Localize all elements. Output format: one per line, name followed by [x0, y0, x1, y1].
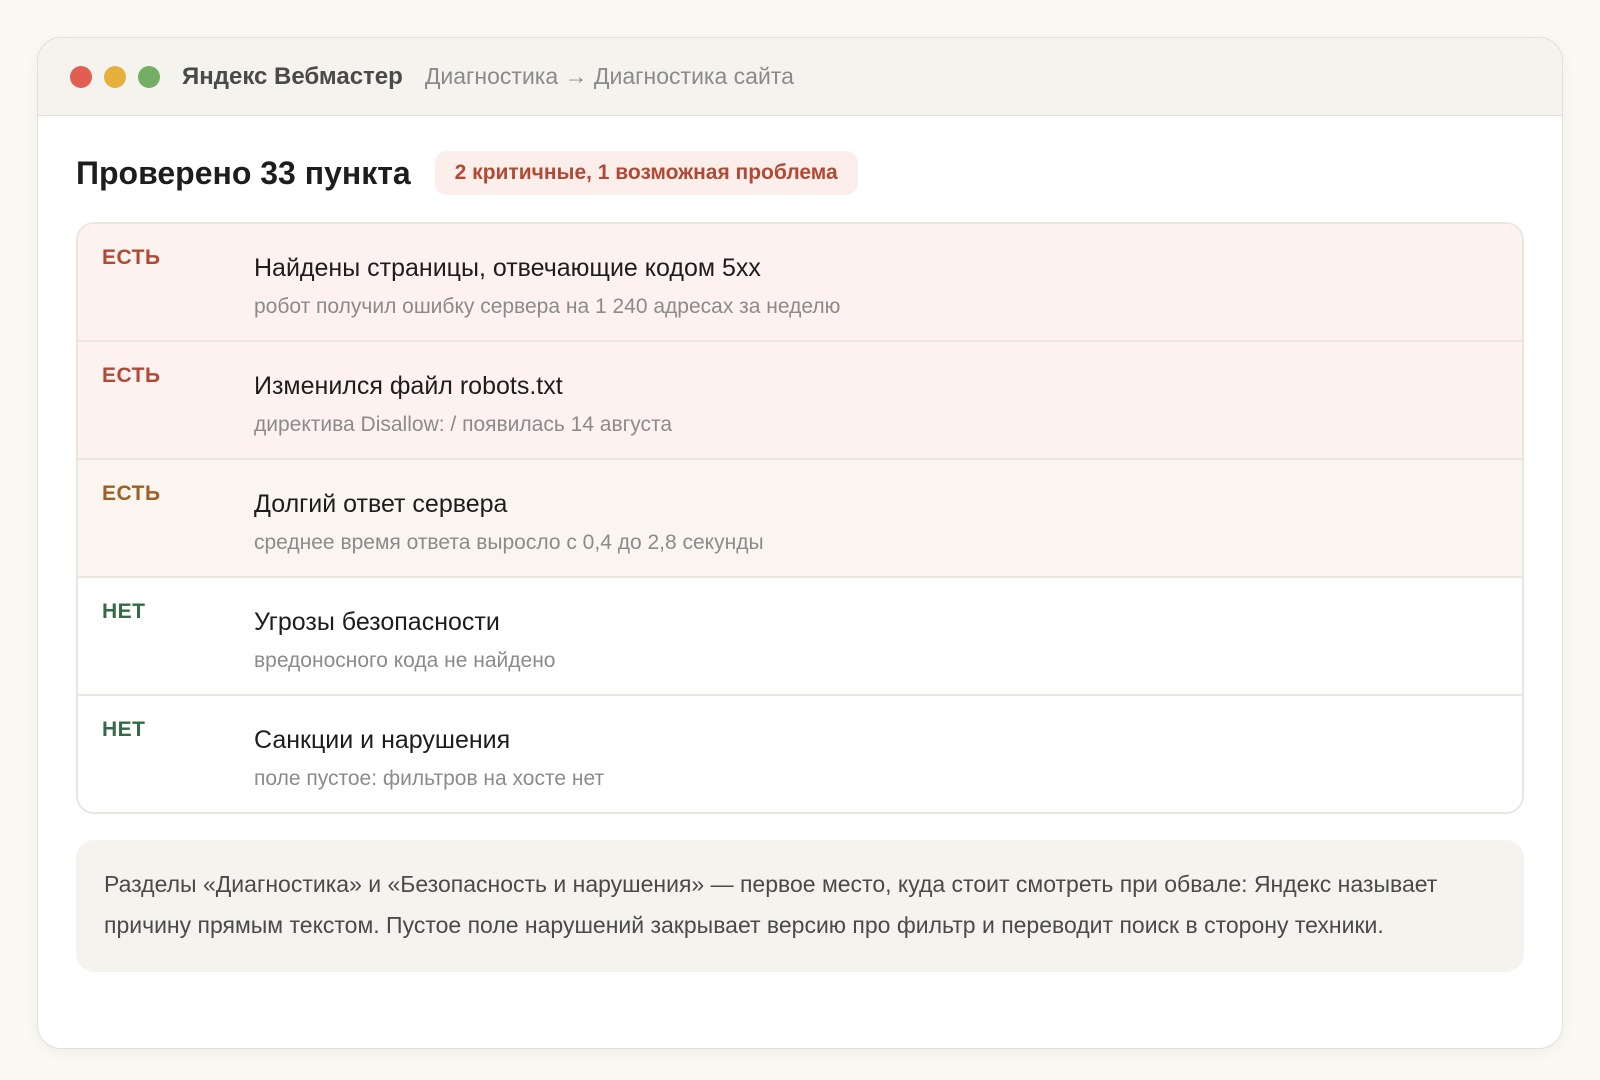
main-content: Проверено 33 пункта 2 критичные, 1 возмо… — [38, 116, 1562, 972]
heading-row: Проверено 33 пункта 2 критичные, 1 возмо… — [76, 150, 1524, 196]
check-title: Угрозы безопасности — [254, 608, 500, 636]
title-bar: Яндекс Вебмастер Диагностика → Диагности… — [38, 38, 1562, 116]
check-text: Санкции и нарушения поле пустое: фильтро… — [254, 696, 604, 812]
check-status: ЕСТЬ — [102, 364, 161, 387]
check-text: Угрозы безопасности вредоносного кода не… — [254, 578, 556, 694]
check-text: Найдены страницы, отвечающие кодом 5xx р… — [254, 224, 840, 340]
check-row[interactable]: НЕТ Санкции и нарушения поле пустое: фил… — [78, 696, 1522, 812]
check-detail: вредоносного кода не найдено — [254, 649, 556, 672]
check-detail: среднее время ответа выросло с 0,4 до 2,… — [254, 531, 764, 554]
problem-summary-badge: 2 критичные, 1 возможная проблема — [434, 151, 858, 195]
check-status: ЕСТЬ — [102, 482, 161, 505]
check-detail: директива Disallow: / появилась 14 авгус… — [254, 413, 673, 436]
diagnostics-list: ЕСТЬ Найдены страницы, отвечающие кодом … — [76, 222, 1524, 814]
explanation-note: Разделы «Диагностика» и «Безопасность и … — [76, 840, 1524, 972]
page-title: Проверено 33 пункта — [76, 154, 411, 191]
breadcrumb[interactable]: Диагностика → Диагностика сайта — [425, 63, 794, 90]
check-row[interactable]: ЕСТЬ Найдены страницы, отвечающие кодом … — [78, 224, 1522, 342]
check-title: Санкции и нарушения — [254, 726, 511, 754]
check-row[interactable]: ЕСТЬ Долгий ответ сервера среднее время … — [78, 460, 1522, 578]
minimize-window-button[interactable] — [104, 65, 126, 88]
check-detail: поле пустое: фильтров на хосте нет — [254, 767, 605, 790]
close-window-button[interactable] — [70, 65, 92, 88]
check-text: Долгий ответ сервера среднее время ответ… — [254, 460, 764, 576]
check-row[interactable]: НЕТ Угрозы безопасности вредоносного код… — [78, 578, 1522, 696]
check-row[interactable]: ЕСТЬ Изменился файл robots.txt директива… — [78, 342, 1522, 460]
maximize-window-button[interactable] — [138, 65, 160, 88]
app-window: Яндекс Вебмастер Диагностика → Диагности… — [37, 37, 1563, 1049]
app-name: Яндекс Вебмастер — [182, 62, 403, 90]
check-title: Изменился файл robots.txt — [254, 372, 563, 400]
check-title: Найдены страницы, отвечающие кодом 5xx — [254, 254, 761, 282]
check-title: Долгий ответ сервера — [254, 490, 508, 518]
check-status: НЕТ — [102, 600, 146, 623]
check-detail: робот получил ошибку сервера на 1 240 ад… — [254, 295, 841, 318]
check-text: Изменился файл robots.txt директива Disa… — [254, 342, 672, 458]
check-status: НЕТ — [102, 718, 146, 741]
check-status: ЕСТЬ — [102, 246, 161, 269]
